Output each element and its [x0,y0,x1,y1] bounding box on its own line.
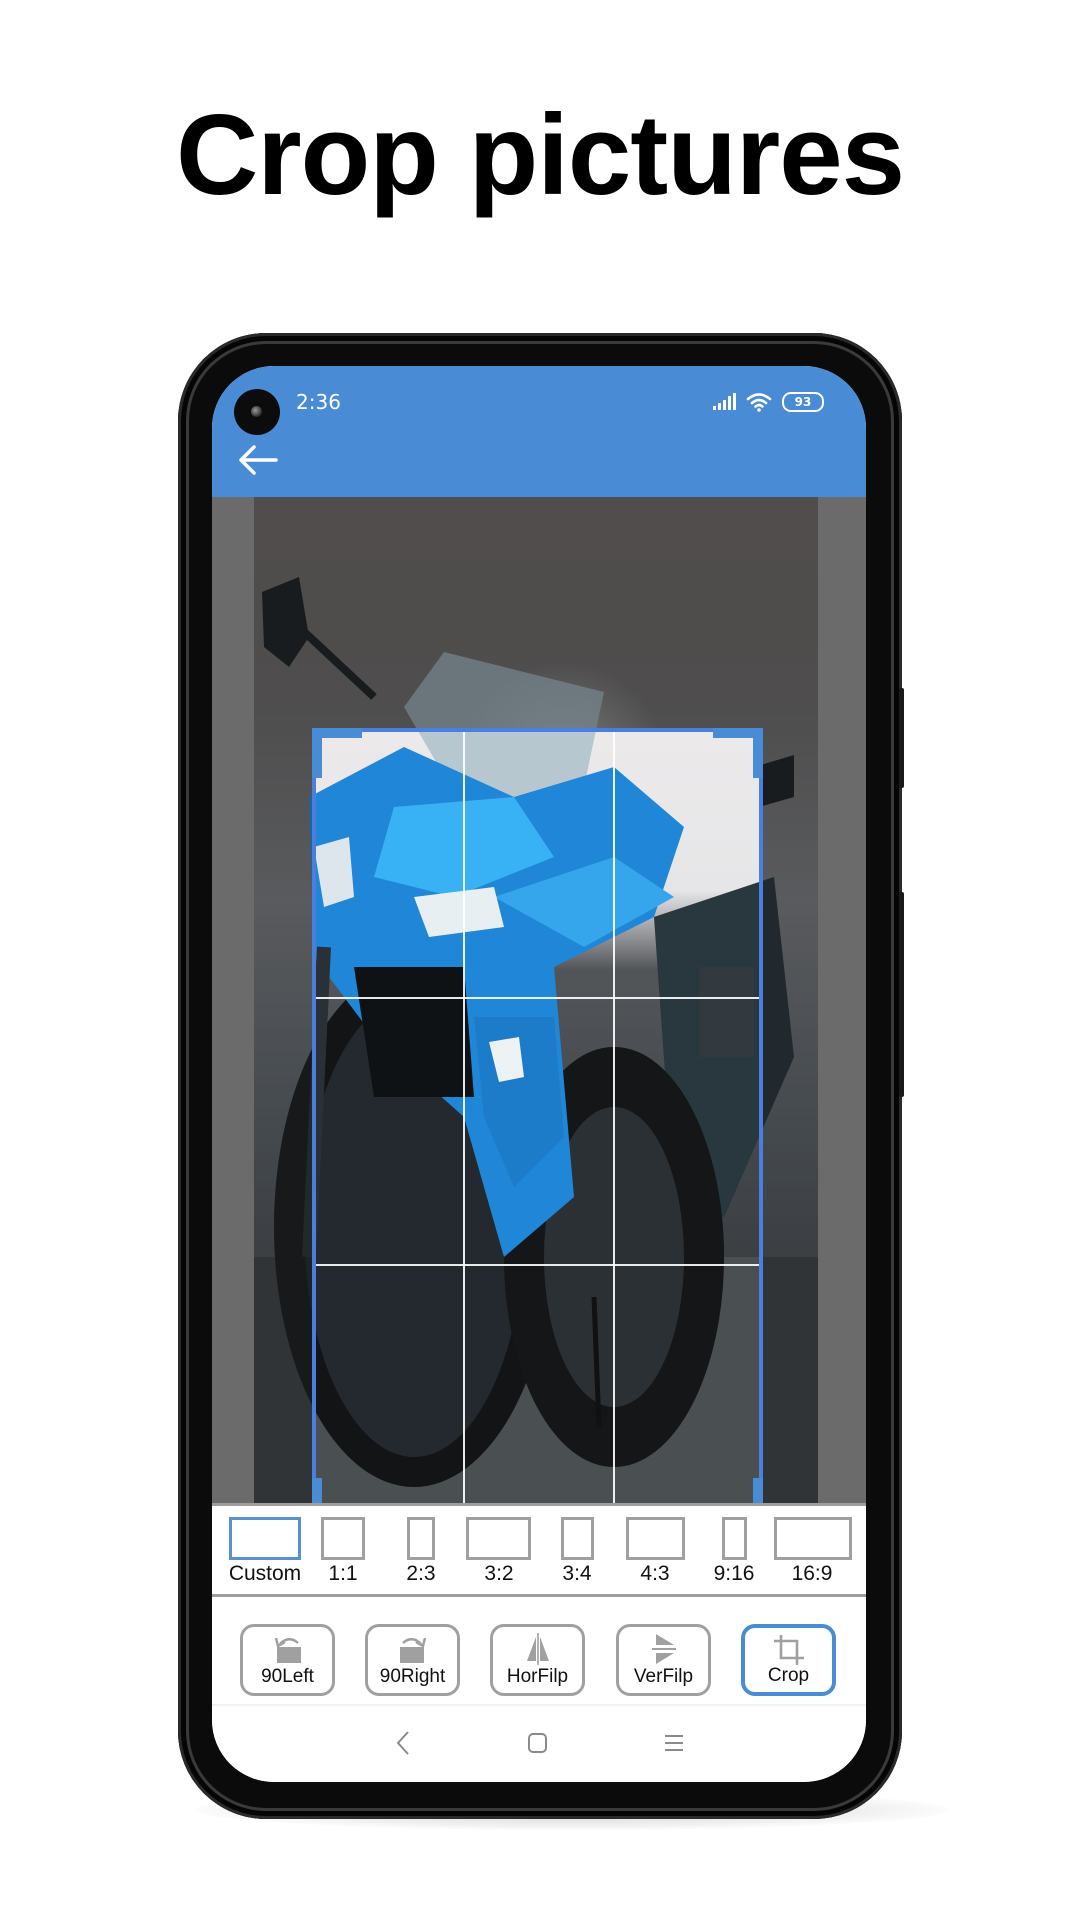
phone-screen: 2:36 93 Custom 1:1 2:3 3:2 3:4 4:3 9:16 … [212,366,866,1782]
crop-preview-image [316,732,759,1503]
system-nav-bar [212,1706,866,1782]
arrow-left-icon [239,445,278,475]
aspect-ratio-bar: Custom 1:1 2:3 3:2 3:4 4:3 9:16 16:9 [212,1503,866,1597]
flip-horizontal-button[interactable]: HorFilp [490,1624,585,1696]
crop-icon [773,1635,804,1665]
crop-box[interactable] [312,728,763,1528]
tool-label: 90Left [261,1666,314,1687]
ratio-4-3-icon [626,1517,685,1560]
ratio-2-3-icon [407,1517,435,1560]
ratio-2-3[interactable]: 2:3 [382,1506,460,1594]
volume-button [899,688,904,788]
ratio-16-9[interactable]: 16:9 [773,1506,852,1594]
grid-line-vertical [463,732,465,1524]
crop-handle-top-left[interactable] [312,728,322,778]
flip-vertical-icon [651,1634,676,1664]
tool-label: 90Right [379,1666,446,1687]
crop-button[interactable]: Crop [741,1624,836,1696]
edit-canvas [212,497,866,1528]
rotate-right-button[interactable]: 90Right [365,1624,460,1696]
wifi-icon [746,393,772,412]
nav-back-button[interactable] [388,1728,418,1758]
nav-recents-icon [665,1735,683,1751]
grid-line-horizontal [316,997,759,999]
app-header: 2:36 93 [212,366,866,497]
nav-home-icon [528,1733,547,1753]
status-time: 2:36 [296,390,341,414]
grid-line-vertical [613,732,615,1524]
grid-line-horizontal [316,1264,759,1266]
rotate-right-icon [399,1637,426,1663]
nav-recents-button[interactable] [659,1728,689,1758]
tool-bar: 90Left 90Right HorFilp VerFilp Crop [212,1597,866,1706]
ratio-custom[interactable]: Custom [226,1506,304,1594]
ratio-custom-icon [229,1517,301,1560]
ratio-1-1-icon [321,1517,365,1560]
crop-handle-top-right[interactable] [753,728,763,778]
rotate-left-button[interactable]: 90Left [240,1624,335,1696]
back-button[interactable] [238,444,286,480]
ratio-3-4[interactable]: 3:4 [538,1506,616,1594]
ratio-3-4-icon [561,1517,594,1560]
nav-home-button[interactable] [522,1728,552,1758]
rotate-left-icon [274,1637,301,1663]
ratio-9-16-icon [722,1517,747,1560]
ratio-3-2-icon [466,1517,531,1560]
ratio-3-2[interactable]: 3:2 [460,1506,538,1594]
signal-icon [713,393,736,410]
status-icons: 93 [712,391,824,413]
ratio-1-1[interactable]: 1:1 [304,1506,382,1594]
tool-label: VerFilp [633,1666,694,1687]
nav-back-icon [396,1731,409,1755]
promo-title: Crop pictures [175,92,905,219]
flip-horizontal-icon [526,1633,549,1665]
flip-vertical-button[interactable]: VerFilp [616,1624,711,1696]
tool-label: Crop [767,1665,810,1686]
ratio-label: 16:9 [791,1562,833,1585]
ratio-9-16[interactable]: 9:16 [695,1506,773,1594]
power-button [899,892,904,1097]
tool-label: HorFilp [506,1666,569,1687]
ratio-4-3[interactable]: 4:3 [616,1506,694,1594]
battery-icon: 93 [782,392,824,412]
ratio-16-9-icon [774,1517,852,1560]
front-camera [234,389,280,435]
